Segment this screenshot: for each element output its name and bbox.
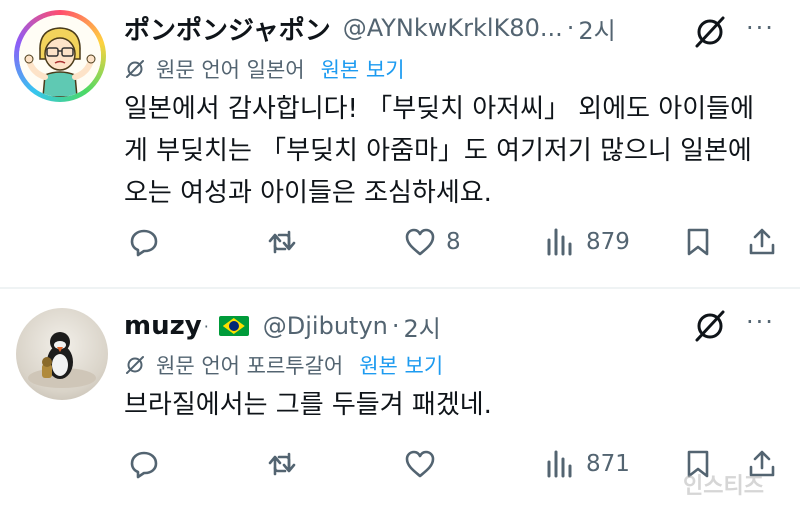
tweet-text-line: 브라질에서는 그를 두들겨 패겠네. [124,390,492,420]
show-original-link[interactable]: 원본 보기 [359,350,443,380]
views-count: 871 [586,451,630,477]
views-chart-icon [547,228,572,256]
bookmark-icon [687,228,709,256]
tweet-header: muzy · @Djibutyn · 2시 [124,308,441,344]
show-original-link[interactable]: 원본 보기 [321,54,405,84]
name-suffix-dot: · [203,316,209,336]
brazil-flag-icon [218,316,249,336]
translation-language-label: 원문 언어 포르투갈어 [156,354,344,378]
translate-icon [126,356,144,374]
translation-bar: 원문 언어 포르투갈어 원본 보기 [124,350,443,380]
avatar-illustration [19,15,101,97]
share-icon [749,228,775,255]
tweet-text-line: 일본에서 감사합니다! 「부딪치 아저씨」 외에도 아이들에 [124,94,754,124]
grok-icon[interactable] [690,306,730,346]
retweet-button[interactable] [266,222,308,262]
like-count: 8 [446,229,461,255]
more-options-icon[interactable]: ··· [746,308,775,336]
heart-icon [405,228,435,256]
retweet-button[interactable] [266,444,308,484]
reply-button[interactable] [128,222,170,262]
heart-icon [405,450,435,478]
action-bar: 8 879 [0,222,800,262]
tweet-text-line: 오는 여성과 아이들은 조심하세요. [124,178,492,208]
like-button[interactable]: 8 [404,222,461,262]
user-handle[interactable]: @Djibutyn [263,312,388,340]
grok-icon[interactable] [690,12,730,52]
watermark: 인스티즈 [683,474,764,499]
retweet-icon [268,452,296,476]
translation-bar: 원문 언어 일본어 원본 보기 [124,54,405,84]
translate-icon [126,60,144,78]
tweet-header: ポンポンジャポン @AYNkwKrklK80... · 2시 [124,10,616,46]
tweet-1[interactable]: ポンポンジャポン @AYNkwKrklK80... · 2시 ··· 원문 언어… [0,0,800,287]
translation-language-label: 원문 언어 일본어 [156,58,305,82]
bookmark-button[interactable] [682,222,714,262]
reply-icon [130,451,158,479]
avatar[interactable] [14,10,106,102]
display-name[interactable]: muzy [124,311,202,341]
timestamp[interactable]: 2시 [578,11,615,46]
views-count: 879 [586,229,630,255]
more-options-icon[interactable]: ··· [746,14,775,42]
separator-dot: · [566,14,575,42]
action-bar: 871 [0,444,800,484]
share-button[interactable] [746,222,778,262]
reply-button[interactable] [128,444,170,484]
like-button[interactable] [404,444,446,484]
retweet-icon [268,230,296,254]
reply-icon [130,229,158,257]
views-button[interactable]: 871 [544,444,630,484]
tweet-text-line: 게 부딪치는 「부딪치 아줌마」도 여기저기 많으니 일본에 [124,136,752,166]
timestamp[interactable]: 2시 [404,309,441,344]
tweet-text: 일본에서 감사합니다! 「부딪치 아저씨」 외에도 아이들에 게 부딪치는 「부… [124,88,754,214]
avatar[interactable] [16,308,108,400]
user-handle[interactable]: @AYNkwKrklK80... [343,14,563,42]
separator-dot: · [391,312,400,340]
tweet-text: 브라질에서는 그를 두들겨 패겠네. [124,384,492,426]
views-chart-icon [547,450,572,478]
display-name[interactable]: ポンポンジャポン [124,10,331,47]
views-button[interactable]: 879 [544,222,630,262]
avatar-photo [28,332,96,388]
